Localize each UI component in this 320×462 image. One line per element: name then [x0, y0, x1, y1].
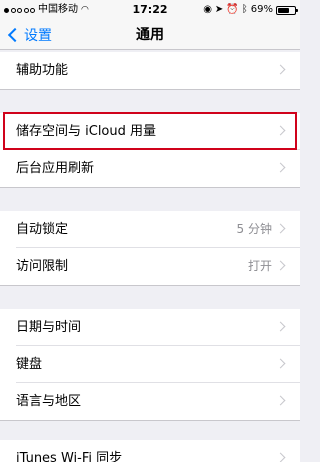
chevron-right-icon	[275, 358, 286, 369]
row-keyboard[interactable]: 键盘	[0, 346, 300, 383]
lock-rotation-icon: ◉	[203, 4, 212, 15]
alarm-icon: ⏰	[226, 4, 239, 15]
chevron-right-icon	[275, 395, 286, 406]
chevron-right-icon	[275, 223, 286, 234]
battery-icon	[276, 5, 298, 15]
row-restrictions[interactable]: 访问限制 打开	[0, 248, 300, 285]
highlight-annotation	[3, 112, 297, 150]
row-value: 打开	[247, 259, 272, 273]
status-bar: 中国移动 ◠ 17:22 ◉ ➤ ⏰ ᛒ 69%	[0, 0, 300, 20]
row-label: iTunes Wi-Fi 同步	[16, 451, 123, 462]
row-label: 访问限制	[16, 259, 69, 274]
row-label: 自动锁定	[16, 222, 69, 237]
row-label: 后台应用刷新	[16, 161, 95, 176]
row-date-time[interactable]: 日期与时间	[0, 309, 300, 346]
row-accessibility[interactable]: 辅助功能	[0, 52, 300, 89]
chevron-right-icon	[275, 162, 286, 173]
chevron-right-icon	[275, 452, 286, 462]
row-label: 语言与地区	[16, 394, 82, 409]
chevron-right-icon	[275, 64, 286, 75]
chevron-right-icon	[275, 321, 286, 332]
chevron-right-icon	[275, 260, 286, 271]
row-language-region[interactable]: 语言与地区	[0, 383, 300, 420]
bluetooth-icon: ᛒ	[241, 4, 248, 15]
battery-percent: 69%	[250, 4, 273, 15]
row-label: 辅助功能	[16, 63, 69, 78]
row-auto-lock[interactable]: 自动锁定 5 分钟	[0, 211, 300, 248]
row-value: 5 分钟	[236, 222, 272, 236]
page-title: 通用	[136, 27, 164, 43]
status-right: ◉ ➤ ⏰ ᛒ 69%	[203, 0, 298, 20]
row-itunes-wifi-sync[interactable]: iTunes Wi-Fi 同步	[0, 440, 300, 462]
row-background-app-refresh[interactable]: 后台应用刷新	[0, 150, 300, 187]
row-label: 日期与时间	[16, 320, 82, 335]
navigation-bar: 设置 通用	[0, 20, 300, 50]
location-icon: ➤	[214, 4, 224, 15]
row-label: 键盘	[16, 357, 43, 372]
